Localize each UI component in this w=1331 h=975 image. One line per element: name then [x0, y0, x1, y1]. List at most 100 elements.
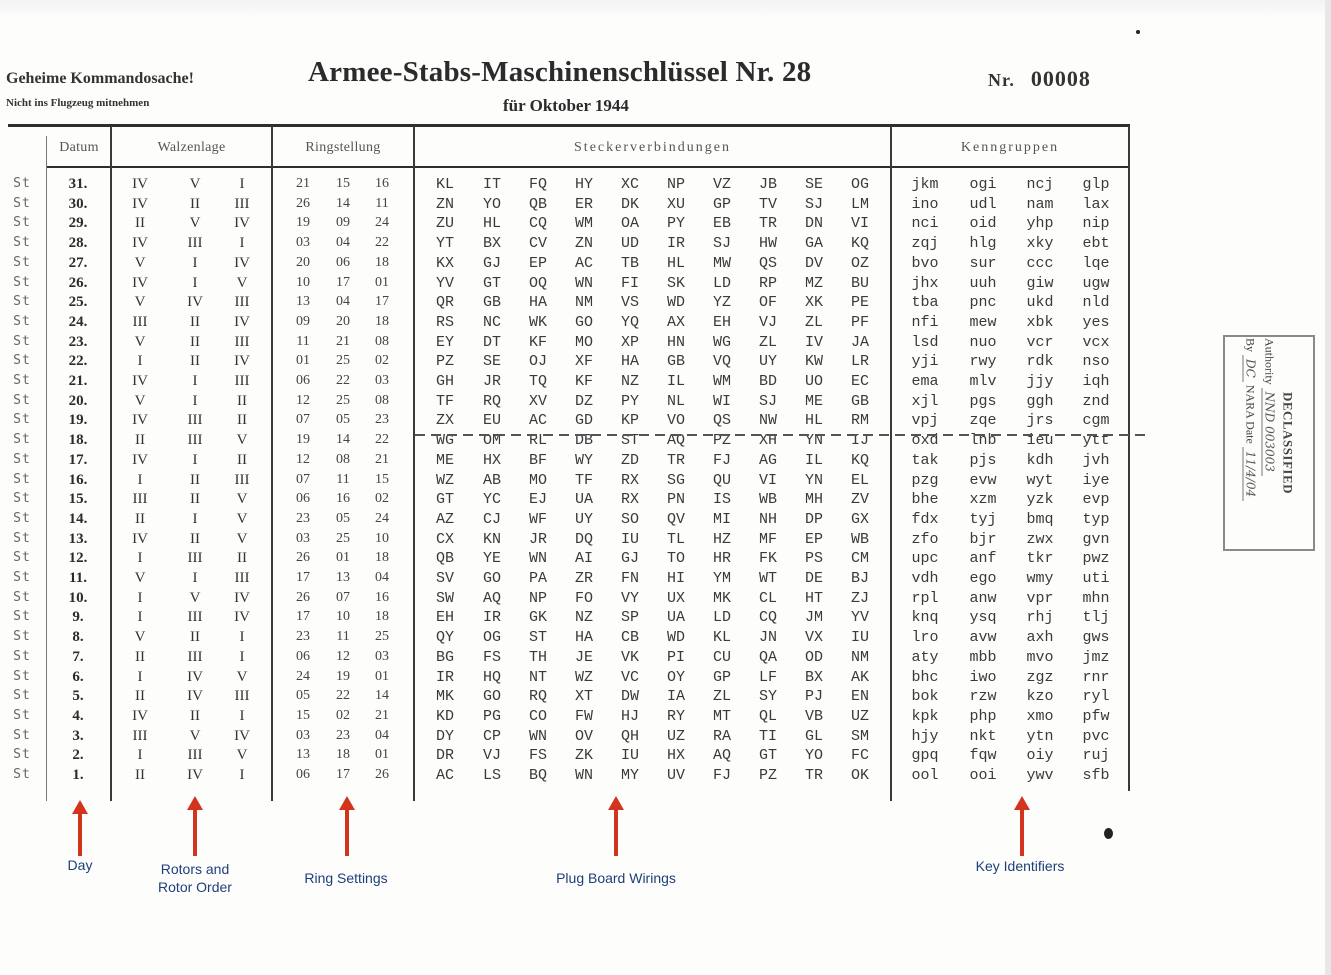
plug-pair-cell: TQ — [528, 373, 547, 390]
table-top-rule — [8, 124, 1130, 127]
key-identifier-cell: ugw — [1082, 274, 1110, 292]
rotor-cell: II — [135, 215, 145, 232]
plug-pair-cell: GP — [712, 195, 731, 213]
ring-setting-cell: 21 — [296, 176, 310, 191]
plug-pair-cell: JR — [482, 373, 501, 390]
key-identifier-cell: ego — [969, 570, 997, 587]
rotor-cell: I — [239, 629, 245, 646]
plug-pair-cell: DR — [435, 747, 454, 765]
plug-pair-cell: MF — [758, 530, 777, 548]
key-identifier-cell: nso — [1082, 353, 1110, 371]
plug-pair-cell: NZ — [620, 373, 639, 390]
key-identifier-cell: lqe — [1082, 254, 1110, 272]
row-prefix: St — [13, 373, 31, 388]
ring-setting-cell: 08 — [336, 451, 350, 467]
plug-pair-cell: TR — [666, 451, 685, 469]
key-identifier-cell: kzo — [1026, 688, 1054, 706]
rotor-cell: I — [192, 451, 198, 468]
rotor-cell: I — [137, 609, 143, 626]
plug-pair-cell: GA — [804, 235, 823, 253]
plug-pair-cell: SW — [435, 589, 454, 607]
key-identifier-cell: avw — [969, 629, 997, 647]
ring-setting-cell: 17 — [336, 274, 350, 290]
row-prefix: St — [13, 767, 31, 782]
rotor-cell: V — [236, 491, 248, 508]
rotor-cell: II — [190, 471, 200, 488]
rotor-cell: III — [234, 333, 250, 350]
key-identifier-cell: axh — [1026, 629, 1054, 647]
key-identifier-cell: gvn — [1082, 530, 1110, 548]
key-identifier-cell: bok — [911, 688, 939, 706]
rotor-cell: III — [187, 432, 203, 449]
plug-pair-cell: UD — [620, 235, 639, 253]
ring-setting-cell: 25 — [375, 629, 389, 645]
key-identifier-cell: rzw — [969, 688, 997, 706]
ring-setting-cell: 24 — [375, 215, 389, 231]
plug-pair-cell: NM — [850, 648, 869, 666]
ring-setting-cell: 08 — [375, 392, 389, 408]
key-identifier-cell: vcr — [1026, 333, 1054, 351]
rotor-cell: III — [132, 313, 148, 330]
plug-pair-cell: IR — [666, 235, 685, 253]
key-identifier-cell: sur — [969, 254, 997, 272]
day-cell: 28. — [68, 235, 88, 252]
plug-pair-cell: WZ — [435, 471, 454, 489]
row-prefix: St — [13, 510, 31, 526]
plug-pair-cell: WG — [712, 333, 731, 351]
plug-pair-cell: XU — [666, 195, 685, 213]
key-identifier-cell: pfw — [1082, 707, 1110, 725]
key-identifier-cell: yes — [1082, 313, 1110, 331]
ring-setting-cell: 19 — [296, 215, 310, 231]
plug-pair-cell: DW — [620, 688, 639, 706]
key-identifier-cell: bjr — [969, 530, 997, 548]
day-cell: 9. — [72, 609, 84, 626]
plug-pair-cell: JM — [804, 609, 823, 627]
plug-pair-cell: ZL — [758, 333, 777, 351]
day-cell: 25. — [68, 294, 88, 311]
plug-pair-cell: HJ — [620, 707, 639, 725]
key-identifier-cell: nfi — [911, 313, 939, 331]
plug-pair-cell: GK — [528, 609, 547, 627]
plug-pair-cell: JN — [758, 629, 777, 647]
plug-pair-cell: TR — [804, 767, 823, 784]
ring-setting-cell: 18 — [375, 313, 389, 329]
ring-setting-cell: 12 — [296, 392, 310, 408]
plug-pair-cell: QB — [435, 550, 454, 568]
plug-pair-cell: QB — [528, 195, 547, 213]
rotor-cell: III — [187, 550, 203, 567]
plug-pair-cell: SM — [850, 727, 869, 745]
plug-pair-cell: SJ — [712, 235, 731, 253]
plug-pair-cell: AQ — [712, 747, 731, 765]
ring-setting-cell: 18 — [375, 550, 389, 566]
key-identifier-cell: zgz — [1026, 668, 1054, 686]
stamp-date-value: 11/4/04 — [1242, 446, 1258, 502]
plug-pair-cell: ZV — [850, 491, 869, 509]
ring-setting-cell: 22 — [375, 235, 389, 251]
plug-pair-cell: BF — [528, 451, 547, 469]
plug-pair-cell: EH — [712, 313, 731, 331]
ring-setting-cell: 10 — [336, 609, 350, 625]
plug-pair-cell: ZR — [574, 570, 593, 587]
ring-setting-cell: 21 — [336, 333, 350, 349]
ring-setting-cell: 16 — [375, 176, 389, 191]
plug-pair-cell: RA — [712, 727, 731, 745]
rotor-cell: V — [236, 668, 248, 685]
key-identifier-cell: typ — [1082, 510, 1110, 528]
rotor-cell: IV — [187, 767, 203, 783]
key-identifier-cell: cgm — [1082, 412, 1110, 430]
key-identifier-cell: vpr — [1026, 589, 1054, 607]
key-identifier-cell: pwz — [1082, 550, 1110, 568]
plug-pair-cell: VX — [804, 629, 823, 647]
plug-pair-cell: TF — [574, 471, 593, 489]
rotor-cell: III — [234, 373, 250, 389]
rotor-cell: III — [187, 648, 203, 665]
plug-pair-cell: PI — [666, 648, 685, 666]
key-identifier-cell: bhe — [911, 491, 939, 509]
plug-pair-cell: ZL — [804, 313, 823, 331]
rotor-cell: I — [192, 373, 198, 389]
plug-pair-cell: QR — [435, 294, 454, 312]
rotor-cell: V — [236, 747, 248, 764]
plug-pair-cell: BX — [482, 235, 501, 253]
day-cell: 29. — [68, 215, 88, 232]
plug-pair-cell: HN — [666, 333, 685, 351]
